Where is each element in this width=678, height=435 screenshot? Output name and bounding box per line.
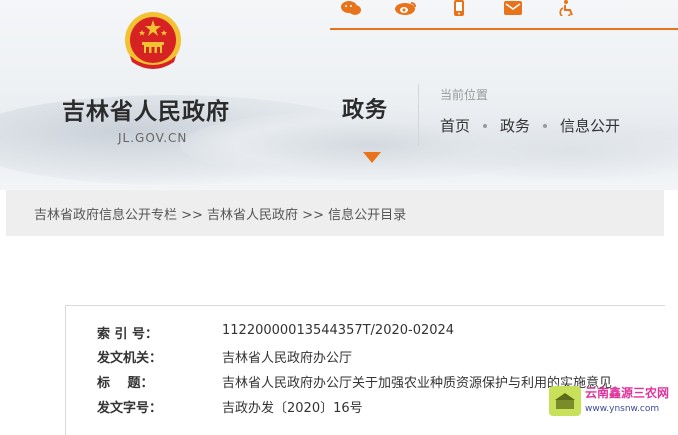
watermark-name: 云南鑫源三农网	[585, 386, 670, 400]
top-accent-rule	[330, 28, 678, 30]
watermark-url: www.ynsnw.com	[585, 404, 660, 414]
breadcrumb-government-affairs[interactable]: 政务	[500, 115, 530, 136]
weibo-icon[interactable]	[394, 0, 418, 16]
doc-number-label: 发文字号：	[97, 401, 163, 416]
section-indicator-arrow	[363, 152, 381, 163]
wechat-icon[interactable]	[340, 0, 362, 16]
directory-path[interactable]: 吉林省政府信息公开专栏 >> 吉林省人民政府 >> 信息公开目录	[34, 204, 406, 223]
breadcrumb-separator	[543, 123, 548, 128]
email-icon[interactable]	[503, 0, 523, 16]
accessibility-icon[interactable]	[558, 0, 576, 16]
watermark-logo-icon	[549, 386, 581, 416]
info-row-issuer: 发文机关： 吉林省人民政府办公厅	[97, 347, 352, 366]
breadcrumb-separator	[483, 123, 488, 128]
section-title: 政务	[342, 98, 389, 123]
national-emblem-icon[interactable]	[122, 10, 184, 76]
watermark: 云南鑫源三农网 www.ynsnw.com	[549, 382, 669, 432]
breadcrumb-home[interactable]: 首页	[440, 115, 470, 136]
info-row-title: 标 题： 吉林省人民政府办公厅关于加强农业种质资源保护与利用的实施意见	[97, 372, 612, 391]
info-row-doc-number: 发文字号： 吉政办发〔2020〕16号	[97, 397, 363, 416]
breadcrumb-info-disclosure[interactable]: 信息公开	[560, 115, 620, 136]
issuer-value: 吉林省人民政府办公厅	[222, 351, 353, 366]
breadcrumb: 首页 政务 信息公开	[440, 115, 620, 136]
index-value: 11220000013544357T/2020-02024	[222, 323, 455, 338]
title-label: 标 题：	[97, 376, 154, 391]
site-title[interactable]: 吉林省人民政府	[62, 92, 230, 126]
header-divider	[418, 84, 419, 146]
index-label: 索 引 号：	[97, 327, 159, 342]
site-domain: JL.GOV.CN	[118, 131, 188, 145]
doc-number-value: 吉政办发〔2020〕16号	[222, 401, 363, 416]
issuer-label: 发文机关：	[97, 351, 163, 366]
mobile-icon[interactable]	[452, 0, 466, 16]
info-row-index: 索 引 号： 11220000013544357T/2020-02024	[97, 323, 454, 342]
location-label: 当前位置	[440, 88, 489, 102]
